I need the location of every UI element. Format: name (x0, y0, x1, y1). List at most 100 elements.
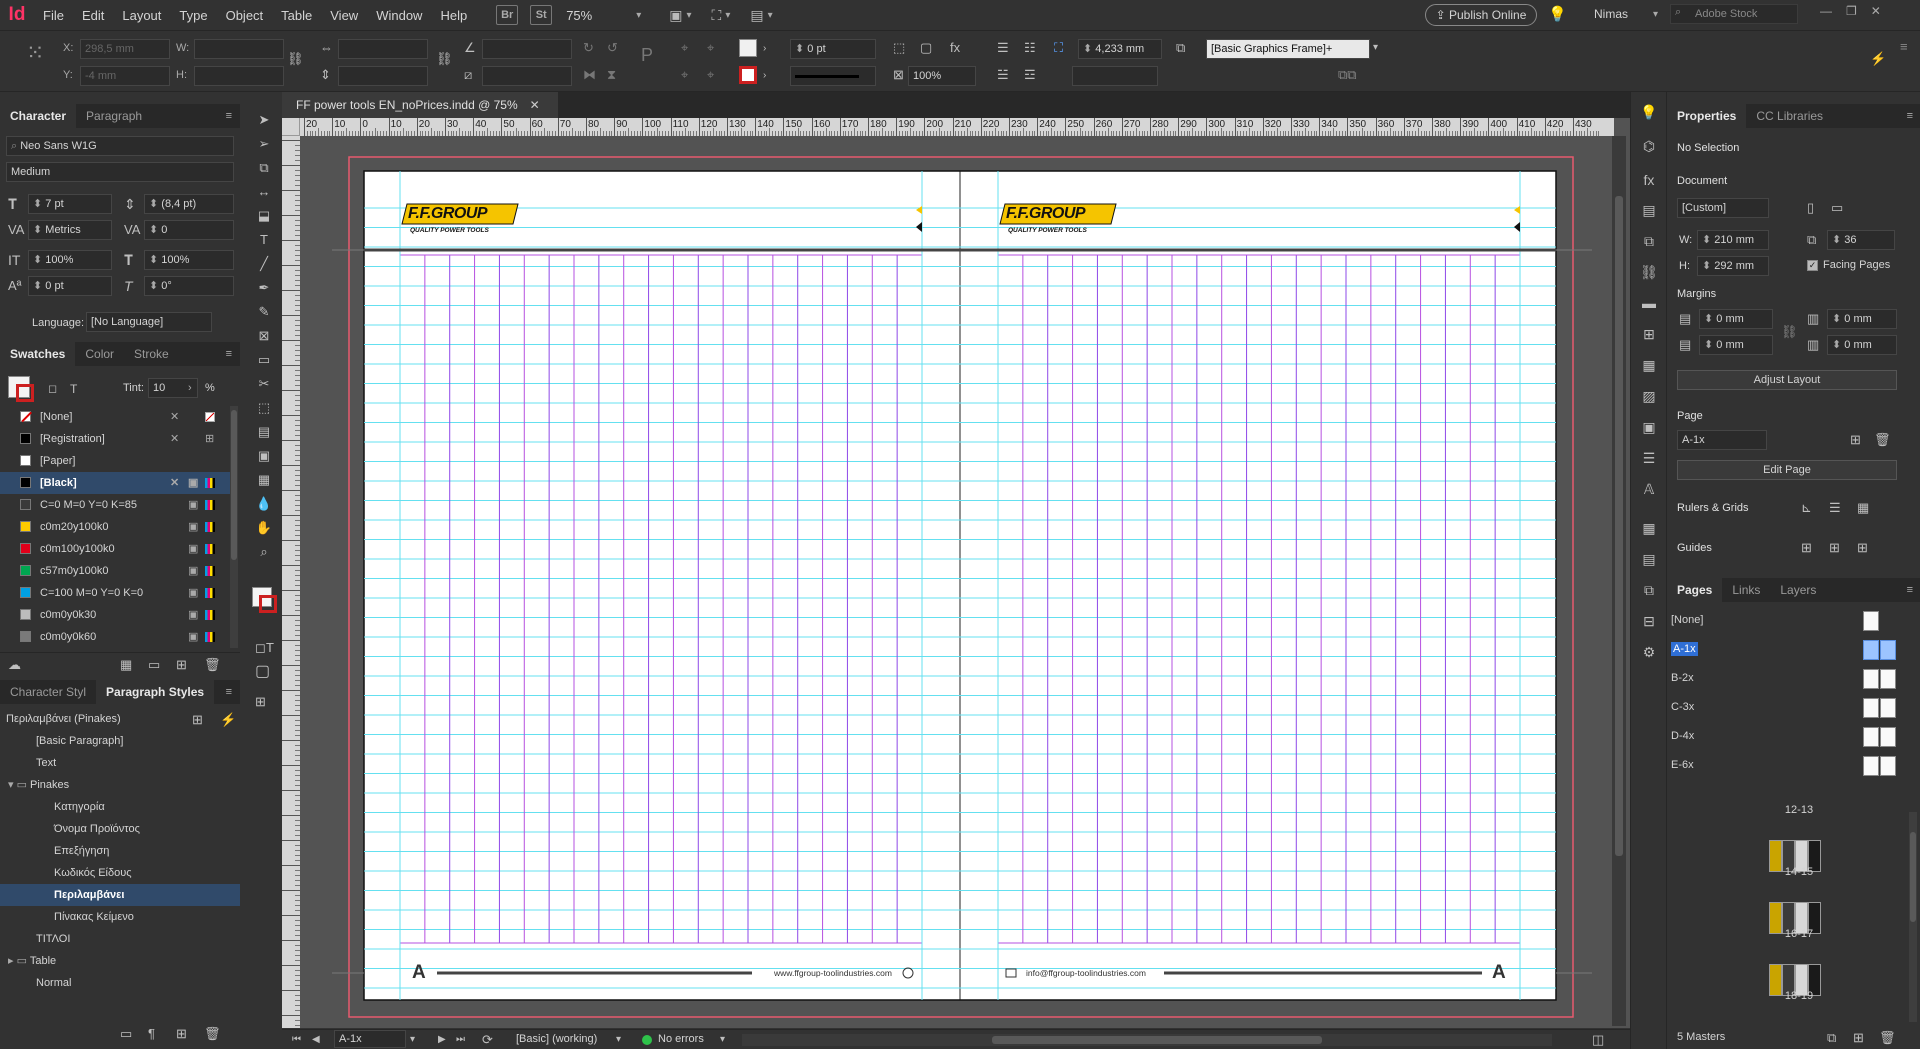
swatch-item[interactable]: [Black] ✕ ▣ (0, 472, 230, 494)
margin-inside-stepper-icon[interactable]: ⬍ (1832, 313, 1844, 325)
menu-file[interactable]: File (34, 8, 73, 23)
effects-panel-icon[interactable]: fx (1640, 172, 1658, 188)
delete-pages-icon[interactable]: 🗑 (1879, 1030, 1896, 1046)
tab-character[interactable]: Character (0, 104, 77, 128)
lightbulb-icon[interactable]: 💡 (1548, 5, 1567, 23)
constrain-proportions-icon[interactable]: ⛓ (287, 51, 304, 67)
close-tab-icon[interactable]: ✕ (530, 98, 540, 112)
show-swatches-icon[interactable]: ▦ (120, 657, 132, 673)
horizontal-scale-field[interactable]: ⬍ 100% (144, 250, 234, 270)
align-left-icon[interactable]: ☰ (997, 40, 1009, 56)
formatting-affects-text-icon[interactable]: T (266, 640, 274, 656)
zoom-tool-icon[interactable]: ⌕ (255, 544, 273, 560)
new-style-group-icon[interactable]: ▭ (120, 1026, 132, 1042)
gap-tool-icon[interactable]: ↔ (255, 184, 273, 200)
font-style-select[interactable]: Medium (6, 162, 234, 182)
canvas-vertical-scrollthumb[interactable] (1615, 196, 1623, 856)
portrait-orientation-icon[interactable]: ▯ (1807, 200, 1814, 216)
doc-width-field[interactable]: ⬍ 210 mm (1697, 230, 1769, 250)
select-content-icon[interactable]: ⌖ (707, 40, 714, 56)
rotation-field[interactable] (482, 39, 572, 59)
formatting-affects-container-icon[interactable]: ◻ (255, 640, 266, 656)
pages-count-field[interactable]: ⬍ 36 (1827, 230, 1895, 250)
swatches-panel-menu-icon[interactable]: ≡ (218, 342, 240, 366)
screen-mode-tool-icon[interactable]: ⊞ (255, 694, 266, 710)
select-previous-icon[interactable]: ⌖ (681, 67, 688, 83)
pages-panel-icon[interactable]: ▤ (1640, 202, 1658, 218)
facing-pages-checkbox[interactable]: ✓ (1807, 260, 1818, 271)
paragraph-style-item[interactable]: Πίνακας Κείμενο (0, 906, 240, 928)
scissors-tool-icon[interactable]: ✂ (255, 376, 273, 392)
fill-dropdown-icon[interactable]: › (763, 41, 766, 57)
select-next-icon[interactable]: ⌖ (707, 67, 714, 83)
quick-apply-icon[interactable]: ⚡ (220, 712, 236, 728)
font-size-field[interactable]: ⬍ 7 pt (28, 194, 112, 214)
vertical-scale-stepper-icon[interactable]: ⬍ (33, 254, 45, 266)
clear-overrides-icon[interactable]: ⧉⧉ (1338, 67, 1357, 83)
opacity-field[interactable]: 100% (908, 66, 976, 86)
swatch-item[interactable]: [Paper] (0, 450, 230, 472)
delete-page-icon[interactable]: 🗑 (1874, 432, 1891, 448)
properties-menu-icon[interactable]: ≡ (1899, 104, 1920, 128)
pages-menu-icon[interactable]: ≡ (1899, 578, 1920, 602)
rulers-icon[interactable]: ⊾ (1801, 500, 1812, 516)
effects-fx-icon[interactable]: fx (950, 40, 960, 56)
font-family-select[interactable]: ⌕ Neo Sans W1G (6, 136, 234, 156)
vertical-ruler[interactable] (282, 136, 300, 1036)
swatch-stroke-proxy[interactable] (16, 384, 34, 402)
content-collector-tool-icon[interactable]: ⬓ (255, 208, 273, 224)
master-item[interactable]: A-1x (1667, 635, 1907, 664)
character-panel-menu-icon[interactable]: ≡ (218, 104, 240, 128)
paragraph-style-item[interactable]: Κωδικός Είδους (0, 862, 240, 884)
document-tab[interactable]: FF power tools EN_noPrices.indd @ 75% ✕ (282, 92, 558, 118)
screen-mode-icon[interactable]: ▣ (669, 7, 682, 24)
selection-tool-icon[interactable]: ➤ (255, 112, 273, 128)
document-grid-icon[interactable]: ▦ (1857, 500, 1869, 516)
landscape-orientation-icon[interactable]: ▭ (1831, 200, 1843, 216)
paragraph-style-item[interactable]: ▸ ▭ Table (0, 950, 240, 972)
align-panel-icon[interactable]: ☰ (1640, 450, 1658, 466)
baseline-grid-icon[interactable]: ☰ (1829, 500, 1841, 516)
free-transform-tool-icon[interactable]: ⬚ (255, 400, 273, 416)
constrain-scale-icon[interactable]: ⛓ (436, 51, 453, 67)
master-item[interactable]: [None] (1667, 606, 1907, 635)
properties-panel-icon[interactable]: 💡 (1640, 104, 1658, 120)
stroke-panel-icon[interactable]: ▬ (1640, 295, 1658, 311)
page-select[interactable]: A-1x (1677, 430, 1767, 450)
note-tool-icon[interactable]: ▦ (255, 472, 273, 488)
open-page-icon[interactable]: ⟳ (482, 1032, 493, 1048)
tab-properties[interactable]: Properties (1667, 104, 1747, 128)
gradient-panel-icon[interactable]: ▨ (1640, 388, 1658, 404)
disclosure-icon[interactable]: ▾ (8, 779, 17, 791)
align-center-icon[interactable]: ☷ (1024, 40, 1036, 56)
frame-size-icon[interactable]: ⛶ (1054, 40, 1063, 56)
master-item[interactable]: E-6x (1667, 751, 1907, 780)
tool-fill-stroke[interactable] (250, 585, 278, 625)
rotate-cw-icon[interactable]: ↻ (583, 40, 594, 56)
edit-page-button[interactable]: Edit Page (1677, 460, 1897, 480)
swatch-item[interactable]: c0m0y0k30 ▣ (0, 604, 230, 626)
styles-panel-menu-icon[interactable]: ≡ (218, 680, 240, 704)
margin-outside-stepper-icon[interactable]: ⬍ (1832, 339, 1844, 351)
document-canvas[interactable]: F.F.GROUP QUALITY POWER TOOLS F.F.GROUP … (282, 118, 1630, 1028)
stroke-type-select[interactable] (790, 66, 876, 86)
eyedropper-tool-icon[interactable]: 💧 (255, 496, 273, 512)
menu-window[interactable]: Window (367, 8, 431, 23)
preflight-menu-icon[interactable]: ▾ (720, 1032, 725, 1048)
cell-styles-panel-icon[interactable]: ▤ (1640, 551, 1658, 567)
margin-top-stepper-icon[interactable]: ⬍ (1704, 313, 1716, 325)
tab-paragraph[interactable]: Paragraph (76, 104, 152, 128)
kerning-stepper-icon[interactable]: ⬍ (33, 224, 45, 236)
normal-view-mode-icon[interactable]: ▢ (255, 664, 270, 680)
paragraph-style-item[interactable]: Επεξήγηση (0, 840, 240, 862)
menu-view[interactable]: View (321, 8, 367, 23)
fitting-frame-icon[interactable]: ⬚ (893, 40, 905, 56)
next-page-icon[interactable]: ▶ (438, 1032, 446, 1048)
flip-icon[interactable]: P (641, 46, 653, 64)
page-number-field[interactable]: A-1x (334, 1030, 406, 1048)
page-tool-icon[interactable]: ⧉ (255, 160, 273, 176)
table-panel-icon[interactable]: ▦ (1640, 520, 1658, 536)
show-guides-icon[interactable]: ⊞ (1801, 540, 1812, 556)
bridge-button[interactable]: Br (496, 5, 519, 25)
master-item[interactable]: B-2x (1667, 664, 1907, 693)
